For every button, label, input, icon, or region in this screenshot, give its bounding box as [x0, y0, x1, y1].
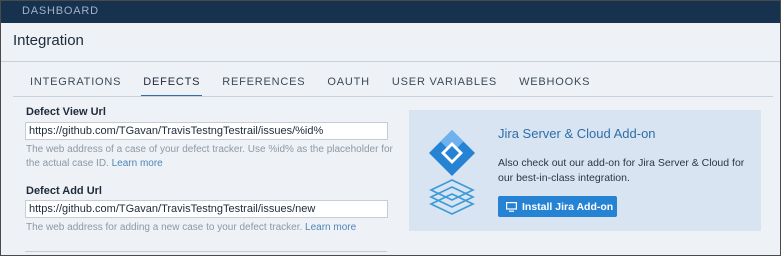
defect-add-url-help: The web address for adding a new case to…	[26, 221, 396, 235]
jira-stack-logo-icon	[429, 130, 475, 215]
defect-view-url-help-text: The web address of a case of your defect…	[26, 144, 393, 169]
tab-defects[interactable]: DEFECTS	[132, 71, 211, 97]
defect-view-url-label: Defect View Url	[26, 106, 106, 118]
tab-oauth[interactable]: OAUTH	[316, 71, 381, 95]
defect-add-url-help-text: The web address for adding a new case to…	[26, 222, 303, 233]
section-divider	[25, 251, 387, 252]
tab-integrations[interactable]: INTEGRATIONS	[19, 71, 132, 95]
defect-add-url-label: Defect Add Url	[26, 185, 102, 197]
tabs-divider	[13, 96, 773, 97]
tab-webhooks[interactable]: WEBHOOKS	[508, 71, 601, 95]
install-jira-addon-button[interactable]: Install Jira Add-on	[498, 196, 617, 217]
install-jira-addon-label: Install Jira Add-on	[522, 200, 614, 213]
title-divider	[1, 61, 780, 62]
defect-view-learn-more-link[interactable]: Learn more	[112, 158, 163, 169]
install-icon	[506, 201, 517, 212]
defect-view-url-input[interactable]: https://github.com/TGavan/TravisTestngTe…	[25, 122, 388, 140]
app-window: DASHBOARD Integration INTEGRATIONS DEFEC…	[0, 0, 781, 256]
defect-add-learn-more-link[interactable]: Learn more	[305, 222, 356, 233]
tab-references[interactable]: REFERENCES	[211, 71, 316, 95]
tab-bar: INTEGRATIONS DEFECTS REFERENCES OAUTH US…	[19, 71, 601, 97]
defect-view-url-help: The web address of a case of your defect…	[26, 143, 396, 171]
top-bar: DASHBOARD	[1, 1, 780, 23]
jira-card-description: Also check out our add-on for Jira Serve…	[498, 157, 745, 184]
defect-add-url-input[interactable]: https://github.com/TGavan/TravisTestngTe…	[25, 200, 388, 218]
page-title: Integration	[13, 32, 84, 49]
jira-card-title: Jira Server & Cloud Add-on	[498, 126, 656, 141]
tab-user-variables[interactable]: USER VARIABLES	[381, 71, 508, 95]
breadcrumb-dashboard[interactable]: DASHBOARD	[22, 5, 99, 17]
jira-addon-card: Jira Server & Cloud Add-on Also check ou…	[409, 110, 761, 231]
